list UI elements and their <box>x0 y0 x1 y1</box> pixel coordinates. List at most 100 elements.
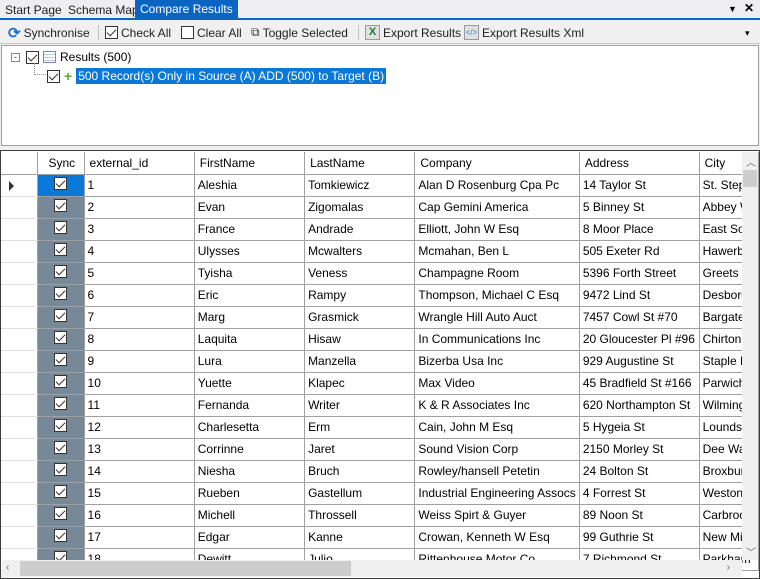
row-header[interactable] <box>1 526 39 549</box>
table-row[interactable]: 13 Corrinne Jaret Sound Vision Corp 2150 Mor… <box>1 438 759 461</box>
toolbar-overflow-icon[interactable]: ▾ <box>745 28 750 39</box>
cell-company: Cain, John M Esq <box>414 416 580 439</box>
checkbox-checked-icon[interactable] <box>47 69 60 83</box>
sync-checkbox[interactable] <box>54 309 68 322</box>
column-header-lastname[interactable]: LastName <box>304 152 416 175</box>
cell-external-id: 10 <box>84 372 195 395</box>
cell-company: Cap Gemini America <box>414 196 580 219</box>
toolbar: ⟳ Synchronise Check All Clear All ⧉ Togg… <box>0 20 760 44</box>
tree-node-results[interactable]: Results (500) <box>26 50 131 64</box>
sync-checkbox[interactable] <box>54 177 68 190</box>
scroll-left-icon[interactable]: ‹ <box>6 562 9 573</box>
export-results-button[interactable]: X Export Results <box>365 24 461 41</box>
row-header[interactable] <box>1 328 39 351</box>
row-header[interactable] <box>1 262 39 285</box>
tab-dropdown-icon[interactable]: ▼ <box>728 4 737 14</box>
tab-compare-results[interactable]: Compare Results <box>135 0 238 18</box>
table-row[interactable]: 6 Eric Rampy Thompson, Michael C Esq 9472 Li… <box>1 284 759 307</box>
sync-cell <box>37 350 85 373</box>
sync-checkbox[interactable] <box>54 243 68 256</box>
sync-checkbox[interactable] <box>54 221 68 234</box>
check-all-button[interactable]: Check All <box>105 24 171 41</box>
cell-last-name: Bruch <box>304 460 416 483</box>
collapse-icon[interactable]: - <box>11 53 20 62</box>
sync-checkbox[interactable] <box>54 331 68 344</box>
table-row[interactable]: 17 Edgar Kanne Crowan, Kenneth W Esq 99 Guth… <box>1 526 759 549</box>
tab-start-page[interactable]: Start Page <box>0 2 67 18</box>
checkbox-checked-icon[interactable] <box>26 50 39 64</box>
table-row[interactable]: 15 Rueben Gastellum Industrial Engineering … <box>1 482 759 505</box>
scroll-right-icon[interactable]: › <box>727 562 730 573</box>
column-header-firstname[interactable]: FirstName <box>194 152 306 175</box>
table-row[interactable]: 11 Fernanda Writer K & R Associates Inc 620 … <box>1 394 759 417</box>
toggle-selected-button[interactable]: ⧉ Toggle Selected <box>251 24 348 41</box>
row-header[interactable] <box>1 174 39 197</box>
sync-checkbox[interactable] <box>54 397 68 410</box>
sync-checkbox[interactable] <box>54 485 68 498</box>
table-row[interactable]: 1 Aleshia Tomkiewicz Alan D Rosenburg Cpa P… <box>1 174 759 197</box>
cell-external-id: 15 <box>84 482 195 505</box>
tree-node-only-in-source[interactable]: + 500 Record(s) Only in Source (A) ADD (… <box>47 68 387 84</box>
row-header[interactable] <box>1 284 39 307</box>
table-row[interactable]: 4 Ulysses Mcwalters Mcmahan, Ben L 505 Exete… <box>1 240 759 263</box>
sync-checkbox[interactable] <box>54 441 68 454</box>
horizontal-scroll-thumb[interactable] <box>20 561 351 576</box>
separator <box>358 25 359 40</box>
table-row[interactable]: 12 Charlesetta Erm Cain, John M Esq 5 Hygeia… <box>1 416 759 439</box>
table-row[interactable]: 14 Niesha Bruch Rowley/hansell Petetin 24 Bo… <box>1 460 759 483</box>
clear-all-button[interactable]: Clear All <box>181 24 242 41</box>
export-results-xml-button[interactable]: </> Export Results Xml <box>464 24 584 41</box>
row-header[interactable] <box>1 504 39 527</box>
scroll-down-icon[interactable]: ﹀ <box>746 544 756 559</box>
row-header[interactable] <box>1 240 39 263</box>
cell-company: Crowan, Kenneth W Esq <box>414 526 580 549</box>
row-header[interactable] <box>1 306 39 329</box>
column-header-sync[interactable]: Sync <box>37 152 85 175</box>
row-header[interactable] <box>1 372 39 395</box>
sync-checkbox[interactable] <box>54 529 68 542</box>
cell-company: Weiss Spirt & Guyer <box>414 504 580 527</box>
cell-first-name: Edgar <box>194 526 306 549</box>
table-row[interactable]: 10 Yuette Klapec Max Video 45 Bradfield St #… <box>1 372 759 395</box>
row-header[interactable] <box>1 438 39 461</box>
cell-address: 99 Guthrie St <box>579 526 700 549</box>
table-row[interactable]: 2 Evan Zigomalas Cap Gemini America 5 Binney… <box>1 196 759 219</box>
tab-schema-map[interactable]: Schema Map <box>63 2 144 18</box>
table-row[interactable]: 16 Michell Throssell Weiss Spirt & Guyer 89 … <box>1 504 759 527</box>
row-header[interactable] <box>1 416 39 439</box>
column-header-external-id[interactable]: external_id <box>84 152 195 175</box>
cell-company: Wrangle Hill Auto Auct <box>414 306 580 329</box>
synchronise-label: Synchronise <box>23 25 90 40</box>
cell-external-id: 13 <box>84 438 195 461</box>
table-row[interactable]: 3 France Andrade Elliott, John W Esq 8 Moor … <box>1 218 759 241</box>
sync-checkbox[interactable] <box>54 419 68 432</box>
table-row[interactable]: 7 Marg Grasmick Wrangle Hill Auto Auct 7457 … <box>1 306 759 329</box>
sync-checkbox[interactable] <box>54 199 68 212</box>
synchronise-button[interactable]: ⟳ Synchronise <box>8 24 90 42</box>
row-header[interactable] <box>1 196 39 219</box>
sync-checkbox[interactable] <box>54 375 68 388</box>
vertical-scrollbar[interactable]: ︿ ﹀ <box>742 152 758 560</box>
scroll-up-icon[interactable]: ︿ <box>746 154 756 169</box>
row-header[interactable] <box>1 394 39 417</box>
row-header[interactable] <box>1 482 39 505</box>
cell-last-name: Tomkiewicz <box>304 174 416 197</box>
column-header-address[interactable]: Address <box>579 152 700 175</box>
sync-checkbox[interactable] <box>54 463 68 476</box>
row-header[interactable] <box>1 350 39 373</box>
sync-checkbox[interactable] <box>54 353 68 366</box>
cell-external-id: 5 <box>84 262 195 285</box>
table-row[interactable]: 9 Lura Manzella Bizerba Usa Inc 929 Augustin… <box>1 350 759 373</box>
sync-checkbox[interactable] <box>54 265 68 278</box>
sync-checkbox[interactable] <box>54 507 68 520</box>
table-row[interactable]: 5 Tyisha Veness Champagne Room 5396 Forth St… <box>1 262 759 285</box>
column-header-company[interactable]: Company <box>414 152 580 175</box>
close-icon[interactable]: ✕ <box>744 1 754 15</box>
row-header[interactable] <box>1 218 39 241</box>
table-row[interactable]: 8 Laquita Hisaw In Communications Inc 20 Glo… <box>1 328 759 351</box>
horizontal-scrollbar[interactable]: ‹ › <box>2 560 742 577</box>
vertical-scroll-thumb[interactable] <box>743 170 757 187</box>
sync-checkbox[interactable] <box>54 287 68 300</box>
cell-last-name: Writer <box>304 394 416 417</box>
row-header[interactable] <box>1 460 39 483</box>
